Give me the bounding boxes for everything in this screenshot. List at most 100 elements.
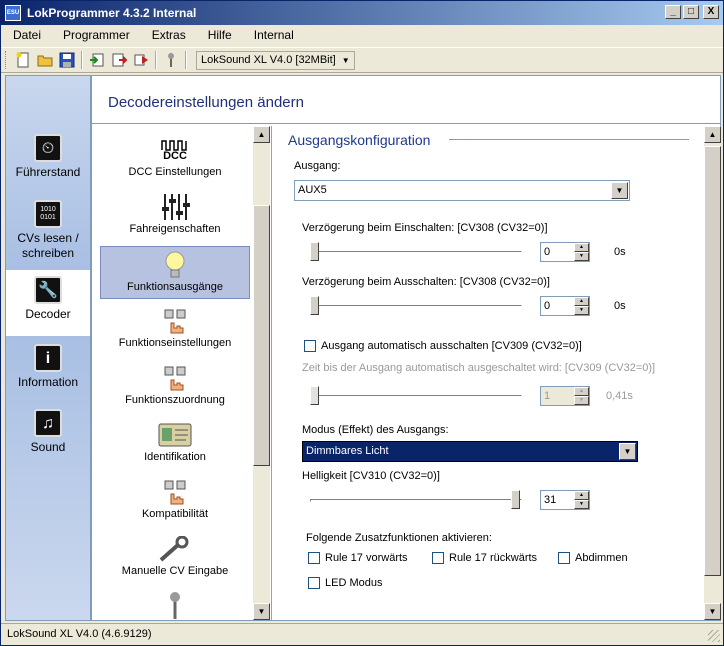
list-item-funktionszuordnung[interactable]: Funktionszuordnung <box>100 360 250 413</box>
app-logo-icon: ESU <box>5 5 21 21</box>
nav-label: CVs lesen / schreiben <box>17 231 79 260</box>
run-icon[interactable] <box>130 49 152 71</box>
nav-item-cvs[interactable]: 1010 0101 CVs lesen / schreiben <box>6 200 90 261</box>
list-item-kompatibilitaet[interactable]: Kompatibilität <box>100 474 250 527</box>
minimize-button[interactable]: _ <box>665 5 681 19</box>
spin-down-button[interactable]: ▼ <box>574 252 589 261</box>
scroll-down-button[interactable]: ▼ <box>253 603 270 620</box>
zeit-label: Zeit bis der Ausgang automatisch ausgesc… <box>302 362 656 374</box>
lightbulb-icon <box>101 251 249 279</box>
slider-handle[interactable] <box>310 296 319 315</box>
function-list-scrollbar[interactable]: ▲ ▼ <box>253 126 270 620</box>
checkbox-label: Rule 17 rückwärts <box>449 552 538 564</box>
scroll-up-button[interactable]: ▲ <box>253 126 270 143</box>
spin-down-button[interactable]: ▼ <box>574 500 589 509</box>
checkbox-label: Rule 17 vorwärts <box>325 552 408 564</box>
scroll-up-button[interactable]: ▲ <box>704 126 721 143</box>
new-file-icon[interactable] <box>12 49 34 71</box>
menu-hilfe[interactable]: Hilfe <box>195 28 241 42</box>
rule17-vorwaerts-checkbox[interactable]: Rule 17 vorwärts <box>308 552 408 564</box>
decoder-type-select[interactable]: LokSound XL V4.0 [32MBit] ▼ <box>196 50 355 70</box>
list-item-more[interactable] <box>100 588 250 620</box>
scroll-thumb[interactable] <box>253 205 270 466</box>
menu-internal[interactable]: Internal <box>241 28 303 42</box>
spin-up-button[interactable]: ▲ <box>574 387 589 396</box>
main-header: Decodereinstellungen ändern <box>92 76 720 124</box>
menu-datei[interactable]: Datei <box>1 28 50 42</box>
spin-up-button[interactable]: ▲ <box>574 243 589 252</box>
checkbox-label: Abdimmen <box>575 552 628 564</box>
einschalt-label: Verzögerung beim Einschalten: [CV308 (CV… <box>302 222 548 234</box>
group-title: Ausgangskonfiguration <box>288 132 431 148</box>
checkbox-box[interactable] <box>304 340 316 352</box>
nav-label: Decoder <box>25 307 71 321</box>
import-icon[interactable] <box>86 49 108 71</box>
zeit-unit: 0,41s <box>606 390 633 402</box>
auto-off-label: Ausgang automatisch ausschalten [CV309 (… <box>321 340 582 352</box>
menu-bar: Datei Programmer Extras Hilfe Internal <box>1 25 723 45</box>
ausgang-select[interactable]: AUX5 ▼ <box>294 180 630 201</box>
nav-label: Information <box>17 375 79 389</box>
tool-icon[interactable] <box>160 49 182 71</box>
ausschalt-value: 0 <box>544 300 551 312</box>
checkbox-box[interactable] <box>558 552 570 564</box>
list-item-manuelle-cv[interactable]: Manuelle CV Eingabe <box>100 531 250 584</box>
save-icon[interactable] <box>56 49 78 71</box>
zusatz-label: Folgende Zusatzfunktionen aktivieren: <box>306 532 492 544</box>
maximize-button[interactable]: □ <box>683 5 699 19</box>
nav-item-fuehrerstand[interactable]: ⏲ Führerstand <box>6 134 90 180</box>
nav-item-information[interactable]: i Information <box>6 344 90 390</box>
settings-scrollbar[interactable]: ▲ ▼ <box>704 126 721 620</box>
checkbox-box[interactable] <box>308 552 320 564</box>
ausschalt-slider[interactable] <box>310 296 522 316</box>
checkbox-box[interactable] <box>308 577 320 589</box>
einschalt-slider[interactable] <box>310 242 522 262</box>
list-item-fahreigenschaften[interactable]: Fahreigenschaften <box>100 189 250 242</box>
nav-item-decoder[interactable]: 🔧 Decoder <box>6 270 90 336</box>
spin-up-button[interactable]: ▲ <box>574 491 589 500</box>
spin-down-button[interactable]: ▼ <box>574 306 589 315</box>
list-item-funktionseinstellungen[interactable]: Funktionseinstellungen <box>100 303 250 356</box>
slider-handle[interactable] <box>310 386 319 405</box>
einschalt-spinner[interactable]: 0 ▲ ▼ <box>540 242 590 262</box>
slider-handle[interactable] <box>310 242 319 261</box>
hand-buttons-icon <box>100 364 250 392</box>
close-button[interactable]: X <box>703 5 719 19</box>
open-folder-icon[interactable] <box>34 49 56 71</box>
resize-grip[interactable] <box>708 630 720 642</box>
list-item-funktionsausgaenge[interactable]: Funktionsausgänge <box>100 246 250 299</box>
zeit-spinner[interactable]: 1 ▲ ▼ <box>540 386 590 406</box>
toolbar: LokSound XL V4.0 [32MBit] ▼ <box>1 47 723 73</box>
led-modus-checkbox[interactable]: LED Modus <box>308 577 382 589</box>
menu-extras[interactable]: Extras <box>139 28 195 42</box>
scroll-thumb[interactable] <box>704 146 721 576</box>
rule17-rueckwaerts-checkbox[interactable]: Rule 17 rückwärts <box>432 552 537 564</box>
main-panel: Decodereinstellungen ändern DCC DCC Eins… <box>91 75 721 621</box>
list-item-identifikation[interactable]: Identifikation <box>100 417 250 470</box>
list-item-label: Fahreigenschaften <box>129 223 221 235</box>
modus-select[interactable]: Dimmbares Licht ▼ <box>302 441 638 462</box>
info-icon: i <box>34 344 62 372</box>
zeit-slider[interactable] <box>310 386 522 406</box>
left-navigation: ⏲ Führerstand 1010 0101 CVs lesen / schre… <box>5 75 91 621</box>
helligkeit-slider[interactable] <box>310 490 522 510</box>
auto-off-checkbox[interactable]: Ausgang automatisch ausschalten [CV309 (… <box>304 340 582 352</box>
abdimmen-checkbox[interactable]: Abdimmen <box>558 552 628 564</box>
spin-down-button[interactable]: ▼ <box>574 396 589 405</box>
export-icon[interactable] <box>108 49 130 71</box>
toolbar-grip[interactable] <box>5 51 8 69</box>
title-bar[interactable]: ESU LokProgrammer 4.3.2 Internal _ □ X <box>1 1 723 25</box>
nav-item-sound[interactable]: ♫ Sound <box>6 409 90 455</box>
helligkeit-spinner[interactable]: 31 ▲ ▼ <box>540 490 590 510</box>
group-divider <box>449 139 689 140</box>
list-item-dcc[interactable]: DCC DCC Einstellungen <box>100 132 250 185</box>
menu-programmer[interactable]: Programmer <box>50 28 139 42</box>
chevron-down-icon[interactable]: ▼ <box>619 443 636 460</box>
scroll-down-button[interactable]: ▼ <box>704 603 721 620</box>
spin-up-button[interactable]: ▲ <box>574 297 589 306</box>
settings-panel: Ausgangskonfiguration Ausgang: AUX5 ▼ Ve… <box>274 126 704 620</box>
ausschalt-spinner[interactable]: 0 ▲ ▼ <box>540 296 590 316</box>
slider-handle[interactable] <box>511 490 520 509</box>
chevron-down-icon[interactable]: ▼ <box>611 182 628 199</box>
checkbox-box[interactable] <box>432 552 444 564</box>
